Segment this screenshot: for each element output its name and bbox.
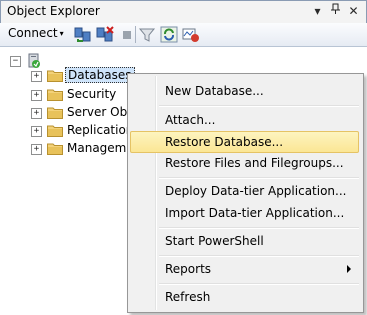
menu-item-start-powershell[interactable]: Start PowerShell (130, 230, 359, 252)
menu-item-attach[interactable]: Attach... (130, 109, 359, 131)
collapse-icon[interactable]: − (10, 56, 21, 67)
tree-node-databases[interactable]: + Databases (31, 67, 135, 85)
submenu-arrow-icon (347, 265, 351, 273)
object-explorer-titlebar: Object Explorer ▾ ✕ (0, 0, 367, 24)
menu-item-import-data-tier[interactable]: Import Data-tier Application... (130, 202, 359, 224)
menu-item-label: Restore Files and Filegroups... (165, 156, 344, 170)
chevron-down-icon: ▾ (59, 29, 64, 38)
connect-label: Connect (8, 26, 58, 40)
window-position-icon[interactable]: ▾ (310, 3, 325, 19)
menu-item-restore-database[interactable]: Restore Database... (130, 131, 359, 153)
connect-object-explorer-icon[interactable] (74, 26, 92, 43)
filter-icon[interactable] (138, 26, 156, 43)
expand-icon[interactable]: + (31, 108, 42, 119)
folder-icon (47, 125, 63, 137)
menu-separator (159, 255, 359, 257)
tree-node-management[interactable]: + Manageme (31, 140, 134, 158)
menu-item-deploy-data-tier[interactable]: Deploy Data-tier Application... (130, 180, 359, 202)
expand-icon[interactable]: + (31, 126, 42, 137)
menu-item-label: New Database... (165, 84, 264, 98)
tree-node-label: Databases (65, 67, 135, 83)
menu-separator (159, 227, 359, 229)
folder-icon (47, 70, 63, 82)
folder-icon (47, 89, 63, 101)
menu-item-label: Deploy Data-tier Application... (165, 184, 347, 198)
databases-context-menu: New Database... Attach... Restore Databa… (127, 73, 364, 313)
pin-icon (330, 3, 340, 14)
tree-node-replication[interactable]: + Replication (31, 122, 134, 140)
menu-item-label: Attach... (165, 113, 216, 127)
menu-separator (159, 177, 359, 179)
menu-item-label: Refresh (165, 290, 211, 304)
tree-node-label: Security (67, 87, 117, 101)
menu-item-label: Restore Database... (165, 135, 284, 149)
connect-dropdown-button[interactable]: Connect ▾ (8, 26, 64, 40)
menu-item-restore-files-filegroups[interactable]: Restore Files and Filegroups... (130, 152, 359, 174)
expand-icon[interactable]: + (31, 144, 42, 155)
tree-node-label: Manageme (67, 141, 134, 155)
menu-separator (159, 283, 359, 285)
menu-item-label: Reports (165, 262, 212, 276)
menu-item-label: Import Data-tier Application... (165, 206, 345, 220)
object-explorer-toolbar: Connect ▾ (0, 23, 367, 47)
auto-hide-pin-icon[interactable] (328, 3, 343, 19)
expand-icon[interactable]: + (31, 71, 42, 82)
disconnect-icon[interactable] (96, 26, 114, 43)
tree-node-security[interactable]: + Security (31, 86, 131, 104)
folder-icon (47, 107, 63, 119)
menu-item-refresh[interactable]: Refresh (130, 286, 359, 308)
menu-item-new-database[interactable]: New Database... (130, 80, 359, 102)
close-icon[interactable]: ✕ (346, 3, 361, 19)
menu-separator (159, 105, 359, 107)
stop-icon[interactable] (118, 26, 136, 43)
expand-icon[interactable]: + (31, 90, 42, 101)
menu-item-reports[interactable]: Reports (130, 258, 359, 280)
refresh-icon[interactable] (160, 26, 178, 43)
activity-monitor-icon[interactable] (182, 26, 200, 43)
folder-icon (47, 143, 63, 155)
tree-node-label: Replication (67, 123, 134, 137)
toolbar-separator (135, 26, 136, 43)
menu-item-label: Start PowerShell (165, 234, 264, 248)
panel-title: Object Explorer (7, 4, 100, 18)
tree-node-server-objects[interactable]: + Server Obje (31, 104, 138, 122)
